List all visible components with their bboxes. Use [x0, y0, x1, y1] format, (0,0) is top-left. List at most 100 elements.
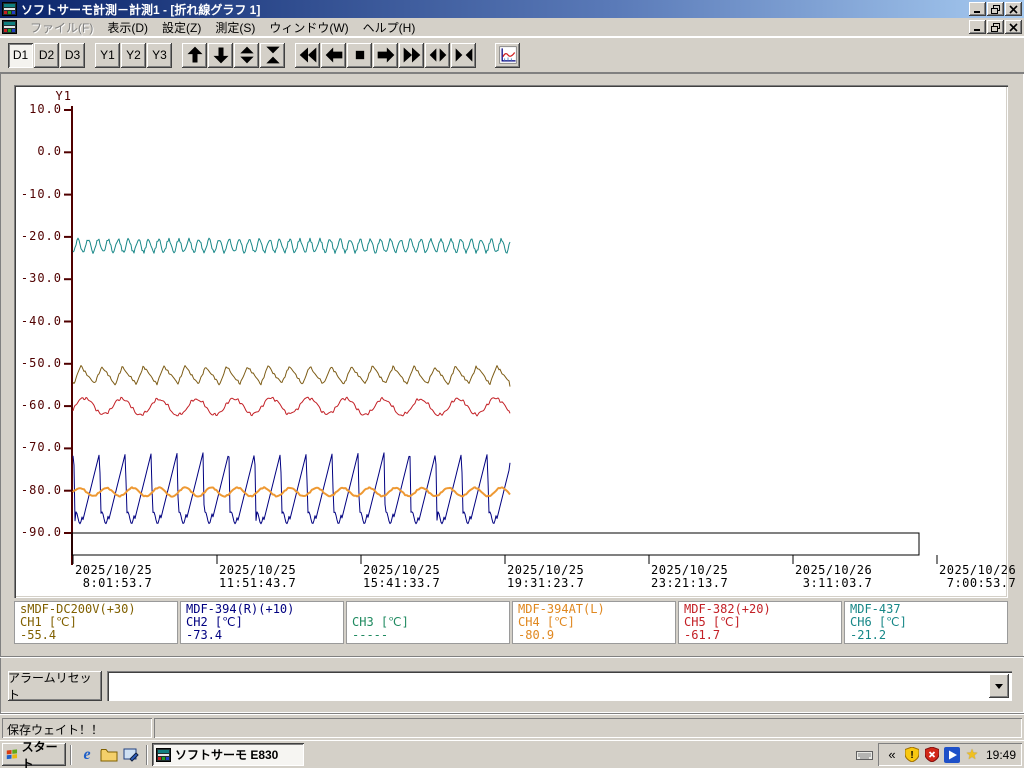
taskbar-divider [70, 744, 72, 765]
x-tick-label: 2025/10/25 11:51:43.7 [219, 563, 297, 590]
x-tick-label: 2025/10/25 15:41:33.7 [363, 563, 441, 590]
step-forward-icon[interactable] [373, 42, 398, 68]
y-tick-label: 10.0 [29, 102, 62, 116]
step-backward-icon[interactable] [321, 42, 346, 68]
combo-dropdown-icon[interactable] [989, 674, 1009, 698]
channel-value: -80.9 [518, 628, 555, 642]
y-tick-label: -60.0 [20, 398, 62, 413]
line-graph-panel: 10.0 0.0 -10.0 -20.0 -30.0 -40.0 -50.0 -60.0 -70… [14, 85, 1016, 598]
line-graph-icon[interactable] [495, 42, 520, 68]
child-minimize-button[interactable] [969, 20, 986, 34]
folder-icon[interactable] [98, 744, 120, 766]
fast-forward-icon[interactable] [399, 42, 424, 68]
y-tick-label: -20.0 [20, 228, 62, 243]
task-app-icon [156, 747, 171, 762]
stop-icon[interactable] [347, 42, 372, 68]
toolbar-d1-button[interactable]: D1 [8, 42, 33, 68]
channel-legend: sMDF-DC200V(+30) CH1 [℃] -55.4 MDF-394(R… [14, 601, 1008, 644]
x-tick-label: 2025/10/26 7:00:53.7 [939, 563, 1017, 590]
taskbar: スタート e ソフトサーモ E830 « ! ★ 19:49 [0, 740, 1024, 768]
y-axis-title: Y1 [55, 89, 72, 103]
start-label: スタート [21, 739, 58, 768]
alarm-combobox-value[interactable] [107, 671, 989, 701]
series-CH5 [72, 396, 511, 417]
menu-config[interactable]: 設定(Z) [155, 17, 208, 38]
legend-cell-ch5: MDF-382(+20) CH5 [℃] -61.7 [678, 601, 842, 644]
fast-backward-icon[interactable] [295, 42, 320, 68]
app-icon [2, 2, 17, 16]
channel-value: ----- [352, 628, 389, 642]
channel-value: -21.2 [850, 628, 887, 642]
security-risk-shield-icon[interactable] [924, 747, 940, 763]
y-tick-label: -50.0 [20, 355, 62, 370]
y-tick-label: -10.0 [20, 186, 62, 201]
menu-file[interactable]: ファイル(F) [23, 17, 100, 38]
series-CH4 [72, 486, 511, 498]
task-label: ソフトサーモ E830 [175, 748, 279, 762]
internet-explorer-icon[interactable]: e [76, 744, 98, 766]
menu-bar: ファイル(F) 表示(D) 設定(Z) 測定(S) ウィンドウ(W) ヘルプ(H… [0, 18, 1024, 37]
app-window: ソフトサーモ計測－計測1 - [折れ線グラフ 1] ファイル(F) 表示(D) … [0, 0, 1024, 740]
legend-cell-ch3: CH3 [℃] ----- [346, 601, 510, 644]
windows-logo-icon [6, 749, 18, 760]
close-button[interactable] [1005, 2, 1022, 16]
collapse-horizontal-icon[interactable] [451, 42, 476, 68]
toolbar: D1 D2 D3 Y1 Y2 Y3 [0, 37, 1024, 73]
graph-client-area: 10.0 0.0 -10.0 -20.0 -30.0 -40.0 -50.0 -60.0 -70… [0, 73, 1024, 740]
update-star-icon[interactable]: ★ [964, 746, 980, 763]
legend-cell-ch4: MDF-394AT(L) CH4 [℃] -80.9 [512, 601, 676, 644]
expand-horizontal-icon[interactable] [425, 42, 450, 68]
collapse-vertical-icon[interactable] [260, 42, 285, 68]
y-tick-label: -80.0 [20, 482, 62, 497]
expand-vertical-icon[interactable] [234, 42, 259, 68]
arrow-up-icon[interactable] [182, 42, 207, 68]
chart-svg [64, 106, 938, 565]
show-desktop-icon[interactable] [120, 744, 142, 766]
child-restore-button[interactable] [987, 20, 1004, 34]
series-CH1 [72, 365, 511, 387]
toolbar-y1-button[interactable]: Y1 [95, 42, 120, 68]
menu-help[interactable]: ヘルプ(H) [356, 17, 423, 38]
y-tick-label: -40.0 [20, 313, 62, 328]
media-player-icon[interactable] [943, 746, 960, 763]
keyboard-icon[interactable] [855, 749, 873, 760]
y-tick-label: -30.0 [20, 271, 62, 286]
toolbar-d3-button[interactable]: D3 [60, 42, 85, 68]
x-tick-label: 2025/10/25 23:21:13.7 [651, 563, 729, 590]
toolbar-y2-button[interactable]: Y2 [121, 42, 146, 68]
restore-button[interactable] [987, 2, 1004, 16]
series-CH6 [72, 237, 511, 254]
active-task-button[interactable]: ソフトサーモ E830 [152, 743, 304, 766]
x-tick-label: 2025/10/25 19:31:23.7 [507, 563, 585, 590]
title-bar: ソフトサーモ計測－計測1 - [折れ線グラフ 1] [0, 0, 1024, 18]
start-button[interactable]: スタート [2, 740, 66, 768]
y-tick-label: -90.0 [20, 525, 62, 539]
menu-view[interactable]: 表示(D) [100, 17, 155, 38]
arrow-down-icon[interactable] [208, 42, 233, 68]
y-tick-label: -70.0 [20, 440, 62, 455]
channel-value: -61.7 [684, 628, 721, 642]
minimize-button[interactable] [969, 2, 986, 16]
status-panel-2 [154, 718, 1022, 738]
document-icon[interactable] [2, 20, 17, 34]
toolbar-y3-button[interactable]: Y3 [147, 42, 172, 68]
legend-cell-ch2: MDF-394(R)(+10) CH2 [℃] -73.4 [180, 601, 344, 644]
channel-value: -73.4 [186, 628, 223, 642]
status-bar: 保存ウェイト！！ [0, 713, 1024, 740]
menu-window[interactable]: ウィンドウ(W) [262, 17, 355, 38]
hide-icons-chevron[interactable]: « [884, 747, 900, 763]
legend-cell-ch1: sMDF-DC200V(+30) CH1 [℃] -55.4 [14, 601, 178, 644]
y-tick-label: 0.0 [37, 144, 62, 159]
child-close-button[interactable] [1005, 20, 1022, 34]
svg-text:!: ! [910, 750, 913, 761]
legend-cell-ch6: MDF-437 CH6 [℃] -21.2 [844, 601, 1008, 644]
taskbar-divider [146, 744, 148, 765]
alarm-reset-button[interactable]: アラームリセット [8, 671, 102, 702]
alarm-combobox[interactable] [107, 671, 1012, 701]
toolbar-d2-button[interactable]: D2 [34, 42, 59, 68]
security-alert-shield-icon[interactable]: ! [904, 747, 920, 763]
x-tick-label: 2025/10/26 3:11:03.7 [795, 563, 873, 590]
window-title: ソフトサーモ計測－計測1 - [折れ線グラフ 1] [21, 2, 261, 17]
menu-measure[interactable]: 測定(S) [208, 17, 262, 38]
status-message: 保存ウェイト！！ [2, 718, 152, 738]
